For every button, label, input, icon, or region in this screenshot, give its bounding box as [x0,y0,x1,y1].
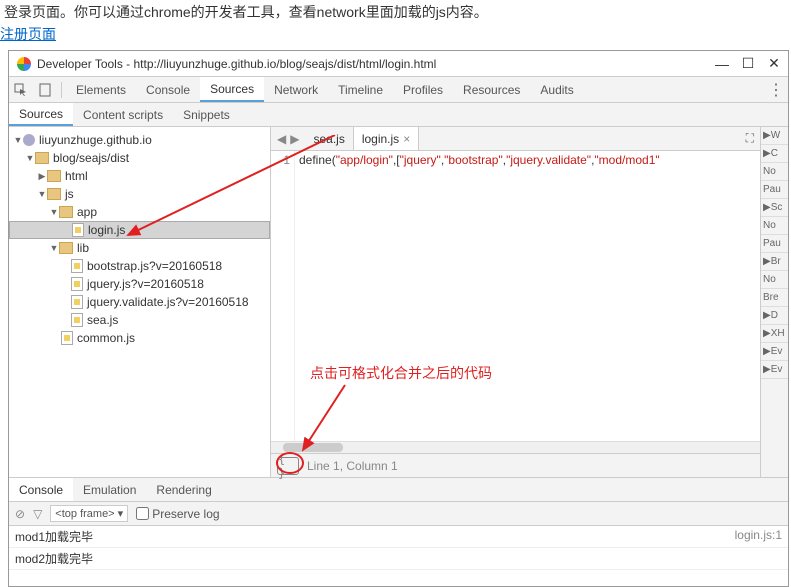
subtab-snippets[interactable]: Snippets [173,103,240,126]
tab-elements[interactable]: Elements [66,77,136,102]
nav-back-icon[interactable]: ◀ [277,132,286,146]
tab-timeline[interactable]: Timeline [328,77,393,102]
editor-tabs: ◀ ▶ sea.jslogin.js× ⛶ [271,127,760,151]
drawer-tab-rendering[interactable]: Rendering [146,478,221,501]
debug-panel-item[interactable]: Pau [761,181,788,199]
debug-panel-item[interactable]: Bre [761,289,788,307]
drawer-tabs: ConsoleEmulationRendering [9,478,788,502]
inspect-icon[interactable] [9,78,33,102]
drawer-tab-emulation[interactable]: Emulation [73,478,146,501]
js-file-icon [71,313,83,327]
debug-panel-item[interactable]: ▶C [761,145,788,163]
editor-status-bar: { } Line 1, Column 1 [271,453,760,477]
js-file-icon [71,295,83,309]
debug-panel-item[interactable]: ▶Ev [761,343,788,361]
close-tab-icon[interactable]: × [403,132,410,146]
titlebar: Developer Tools - http://liuyunzhuge.git… [9,51,788,77]
annotation-text: 点击可格式化合并之后的代码 [310,363,492,383]
tab-resources[interactable]: Resources [453,77,530,102]
window-title: Developer Tools - http://liuyunzhuge.git… [37,57,716,71]
debug-panel-item[interactable]: ▶W [761,127,788,145]
tree-folder[interactable]: ▼js [9,185,270,203]
subtab-content-scripts[interactable]: Content scripts [73,103,173,126]
clear-console-icon[interactable]: ⊘ [15,507,25,521]
devtools-window: Developer Tools - http://liuyunzhuge.git… [8,50,789,587]
tree-file-loginjs[interactable]: login.js [9,221,270,239]
js-file-icon [72,223,84,237]
debug-panel-item[interactable]: ▶Br [761,253,788,271]
cloud-icon [23,134,35,146]
tab-network[interactable]: Network [264,77,328,102]
line-gutter: 1 [271,151,295,441]
debug-panel-item[interactable]: ▶D [761,307,788,325]
tree-domain[interactable]: ▼liuyunzhuge.github.io [9,131,270,149]
debug-panel-item[interactable]: No [761,271,788,289]
main-toolbar: ElementsConsoleSourcesNetworkTimelinePro… [9,77,788,103]
debugger-sidepanel: ▶W▶CNoPau▶ScNoPau▶BrNoBre▶D▶XH▶Ev▶Ev [760,127,788,477]
folder-icon [35,152,49,164]
drawer: ConsoleEmulationRendering ⊘ ▽ <top frame… [9,477,788,570]
debug-panel-item[interactable]: Pau [761,235,788,253]
device-icon[interactable] [33,78,57,102]
preserve-log-checkbox[interactable]: Preserve log [136,507,219,521]
tab-audits[interactable]: Audits [530,77,583,102]
console-messages: mod1加载完毕login.js:1mod2加载完毕 [9,526,788,570]
debug-panel-item[interactable]: ▶Sc [761,199,788,217]
frame-selector[interactable]: <top frame> ▾ [50,505,128,522]
editor-pane: ◀ ▶ sea.jslogin.js× ⛶ 1 define("app/logi… [271,127,760,477]
js-file-icon [71,259,83,273]
console-message: mod2加载完毕 [9,548,788,570]
horizontal-scrollbar[interactable] [271,441,760,453]
tree-folder[interactable]: ▶html [9,167,270,185]
tab-profiles[interactable]: Profiles [393,77,453,102]
debug-panel-item[interactable]: No [761,163,788,181]
code-area[interactable]: 1 define("app/login",["jquery","bootstra… [271,151,760,441]
console-toolbar: ⊘ ▽ <top frame> ▾ Preserve log [9,502,788,526]
editor-tab-sea-js[interactable]: sea.js [305,127,353,150]
more-icon[interactable]: ⋮ [764,80,788,100]
pretty-print-button[interactable]: { } [277,457,299,475]
tree-file[interactable]: bootstrap.js?v=20160518 [9,257,270,275]
nav-fwd-icon[interactable]: ▶ [290,132,299,146]
code-line: define("app/login",["jquery","bootstrap"… [295,151,664,441]
chrome-icon [17,57,31,71]
tree-folder[interactable]: ▼lib [9,239,270,257]
tree-file[interactable]: jquery.js?v=20160518 [9,275,270,293]
maximize-button[interactable]: ☐ [742,58,754,70]
filter-icon[interactable]: ▽ [33,507,42,521]
sources-subtabs: SourcesContent scriptsSnippets [9,103,788,127]
minimize-button[interactable]: — [716,58,728,70]
folder-icon [59,206,73,218]
close-button[interactable]: ✕ [768,58,780,70]
folder-icon [47,188,61,200]
js-file-icon [61,331,73,345]
tree-file[interactable]: common.js [9,329,270,347]
tree-file[interactable]: jquery.validate.js?v=20160518 [9,293,270,311]
subtab-sources[interactable]: Sources [9,103,73,126]
tab-sources[interactable]: Sources [200,77,264,102]
register-link[interactable]: 注册页面 [0,24,791,44]
folder-icon [59,242,73,254]
editor-tab-login-js[interactable]: login.js× [354,127,419,150]
debug-panel-item[interactable]: ▶Ev [761,361,788,379]
tree-file[interactable]: sea.js [9,311,270,329]
main-tabs: ElementsConsoleSourcesNetworkTimelinePro… [66,77,764,102]
page-intro-text: 登录页面。你可以通过chrome的开发者工具，查看network里面加载的js内… [0,0,791,24]
debug-panel-item[interactable]: No [761,217,788,235]
tree-folder[interactable]: ▼app [9,203,270,221]
tree-folder[interactable]: ▼blog/seajs/dist [9,149,270,167]
debug-panel-item[interactable]: ▶XH [761,325,788,343]
console-message: mod1加载完毕login.js:1 [9,526,788,548]
cursor-position: Line 1, Column 1 [307,459,398,473]
folder-icon [47,170,61,182]
fullscreen-icon[interactable]: ⛶ [740,131,760,146]
js-file-icon [71,277,83,291]
file-tree: ▼liuyunzhuge.github.io ▼blog/seajs/dist … [9,127,271,477]
drawer-tab-console[interactable]: Console [9,478,73,501]
tab-console[interactable]: Console [136,77,200,102]
